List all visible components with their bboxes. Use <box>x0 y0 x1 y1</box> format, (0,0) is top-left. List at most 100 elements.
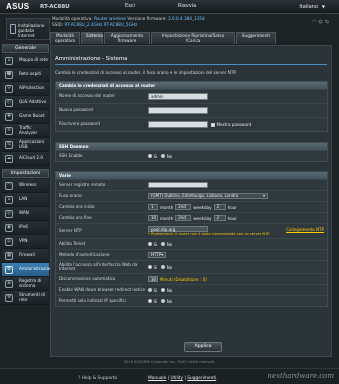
dst-start-weekday-select[interactable]: 2 <box>213 203 226 211</box>
sidebar-item-wan[interactable]: ◎ WAN <box>2 207 49 221</box>
ip-allow-yes-radio[interactable] <box>148 299 152 303</box>
dst-start-week-select[interactable]: 2nd <box>175 203 192 211</box>
sidebar-item-label: AiProtection <box>19 85 45 91</box>
sidebar-item-vpn[interactable]: ⚿ VPN <box>2 235 49 249</box>
web-access-row: Abilita l'accesso all'interfaccia Web da… <box>56 260 327 273</box>
tools-icon: ⚒ <box>5 294 13 302</box>
timezone-label: Fuso orario <box>59 192 82 198</box>
logout-button[interactable]: Esci <box>118 3 142 11</box>
show-password-toggle[interactable]: Mostra password <box>211 122 251 127</box>
chevron-down-icon: ▼ <box>321 4 325 9</box>
ntp-link[interactable]: Collegamento NTP <box>286 227 324 232</box>
dst-end-weekday-label: weekday <box>193 215 212 221</box>
username-input[interactable]: admin <box>148 93 208 100</box>
show-password-checkbox[interactable] <box>211 123 215 127</box>
wan-redirect-yes-radio[interactable] <box>148 288 152 292</box>
tab-feedback[interactable]: Suggerimenti <box>236 32 276 44</box>
sidebar-item-usb-apps[interactable]: ⇆ Applicazioni USB <box>2 138 49 152</box>
quick-setup-button[interactable]: Installazione guidata Internet <box>6 18 50 40</box>
apply-button[interactable]: Applica <box>184 342 222 352</box>
web-access-no-radio[interactable] <box>161 265 166 269</box>
wan-redirect-yes-label: Sì <box>153 287 158 293</box>
remote-log-row: Server registro remoto <box>56 179 327 190</box>
tab-operation-mode[interactable]: Modalità operativa <box>50 32 80 44</box>
web-access-yes-label: Sì <box>153 264 158 270</box>
sidebar: Generale ⌂ Mappa di rete ☻ Rete ospiti ⛨ Ai… <box>2 44 54 305</box>
sidebar-item-label: Game Boost <box>19 113 45 119</box>
new-password-input[interactable] <box>148 107 208 114</box>
dst-start-month-select[interactable]: 1 <box>148 203 158 211</box>
sidebar-item-lan[interactable]: ⌂ LAN <box>2 193 49 207</box>
telnet-row: Abilita Telnet Sì No <box>56 238 327 249</box>
wan-redirect-no-radio[interactable] <box>161 288 166 292</box>
guest-network-icon: ☻ <box>5 71 13 79</box>
retype-password-input[interactable] <box>148 121 208 128</box>
sidebar-item-qos[interactable]: ◴ QoS Adattivo <box>2 96 49 110</box>
sidebar-item-firewall[interactable]: ▦ Firewall <box>2 249 49 263</box>
chevron-down-icon: ▾ <box>262 193 265 199</box>
ip-allow-label: Permetti solo indirizzi IP specifici <box>59 297 126 303</box>
wan-icon: ◎ <box>5 210 13 218</box>
wan-redirect-row: Enable WAN down browser redirect notice … <box>56 284 327 295</box>
dst-start-hour-label: hour <box>227 204 237 210</box>
firmware-value[interactable]: 3.0.0.4.380_1354 <box>168 16 205 21</box>
sidebar-item-ipv6[interactable]: ◉ IPv6 <box>2 221 49 235</box>
sidebar-item-administration[interactable]: ⚙ Amministrazione <box>2 263 54 277</box>
sidebar-item-aicloud[interactable]: ☁ AiCloud 2.0 <box>2 152 49 166</box>
help-icon: ? <box>78 376 81 381</box>
status-info: Modalità operativa: Router wireless Vers… <box>52 16 252 28</box>
language-select[interactable]: Italiano ▼ <box>299 4 325 10</box>
dst-end-week-select[interactable]: 2nd <box>175 214 192 222</box>
sidebar-item-network-map[interactable]: ⌂ Mappa di rete <box>2 54 49 68</box>
asus-logo: ASUS <box>6 2 30 11</box>
telnet-yes-radio[interactable] <box>148 242 152 246</box>
sidebar-item-label: IPv6 <box>19 224 28 230</box>
ip-allow-yes-label: Sì <box>153 298 158 304</box>
dst-end-row: Cambio ora fine 10 month 2nd weekday 2 h… <box>56 212 327 223</box>
sidebar-item-label: Applicazioni USB <box>19 138 45 149</box>
cloud-icon: ☁ <box>5 155 13 163</box>
auto-logout-input[interactable]: 30 <box>148 275 158 283</box>
sidebar-item-wireless[interactable]: ◠ Wireless <box>2 179 49 193</box>
wan-redirect-label: Enable WAN down browser redirect notice <box>59 286 145 292</box>
sidebar-item-network-tools[interactable]: ⚒ Strumenti di rete <box>2 291 49 305</box>
repassword-row: Riscrivere password Mostra password <box>56 117 327 131</box>
tab-system[interactable]: Sistema <box>81 32 103 44</box>
tab-firmware-upgrade[interactable]: Aggiornamento firmware <box>104 32 150 44</box>
username-row: Nome di accesso del router admin <box>56 89 327 103</box>
copyright: 2016 ASUSTeK Computer Inc. Tutti i dirit… <box>123 360 216 364</box>
sidebar-item-label: AiCloud 2.0 <box>19 155 43 161</box>
manual-link[interactable]: Manuale <box>148 376 166 381</box>
title-divider <box>55 64 327 65</box>
ip-allow-no-radio[interactable] <box>161 299 166 303</box>
timezone-select[interactable]: (GMT) Dublino, Edimburgo, Lisbona, Londr… <box>148 192 268 200</box>
utility-link[interactable]: Utility <box>170 376 183 381</box>
sidebar-item-guest-network[interactable]: ☻ Rete ospiti <box>2 68 49 82</box>
dst-end-month-select[interactable]: 10 <box>148 214 158 222</box>
sidebar-item-aiprotection[interactable]: ⛨ AiProtection <box>2 82 49 96</box>
sidebar-general-header: Generale <box>2 44 49 53</box>
suggestions-link[interactable]: Suggerimenti <box>187 376 216 381</box>
sidebar-item-system-log[interactable]: ≣ Registro di sistema <box>2 277 49 291</box>
sidebar-item-label: Rete ospiti <box>19 71 42 77</box>
sidebar-item-game-boost[interactable]: ✚ Game Boost <box>2 110 49 124</box>
top-bar: ASUS RT-AC88U Esci Riavvia Italiano ▼ <box>0 0 339 14</box>
dst-end-weekday-select[interactable]: 2 <box>213 214 226 222</box>
tab-restore-save-upload[interactable]: Impostazione Ripristina/Salva /Carica <box>151 32 235 44</box>
reboot-button[interactable]: Riavvia <box>172 3 202 11</box>
sidebar-item-label: Registro di sistema <box>19 277 42 288</box>
usb-status-icon[interactable]: ⇆ <box>325 19 331 25</box>
tab-bar: Modalità operativa Sistema Aggiornamento… <box>50 32 277 44</box>
ntp-warning: * Promemoria: Il router non è stato sinc… <box>148 232 271 237</box>
auth-method-select[interactable]: HTTP ▾ <box>148 251 166 259</box>
sidebar-item-traffic-analyzer[interactable]: ≋ Traffic Analyzer <box>2 124 49 138</box>
firmware-label: Versione firmware: <box>127 16 167 21</box>
ssh-yes-radio[interactable] <box>148 154 152 158</box>
remote-log-input[interactable] <box>148 181 208 189</box>
telnet-no-radio[interactable] <box>161 242 166 246</box>
web-access-yes-radio[interactable] <box>148 265 152 269</box>
ssh-yes-label: Sì <box>153 153 158 159</box>
ssh-no-radio[interactable] <box>161 154 166 158</box>
mode-value[interactable]: Router wireless <box>94 16 126 21</box>
usb-icon: ⇆ <box>5 141 13 149</box>
